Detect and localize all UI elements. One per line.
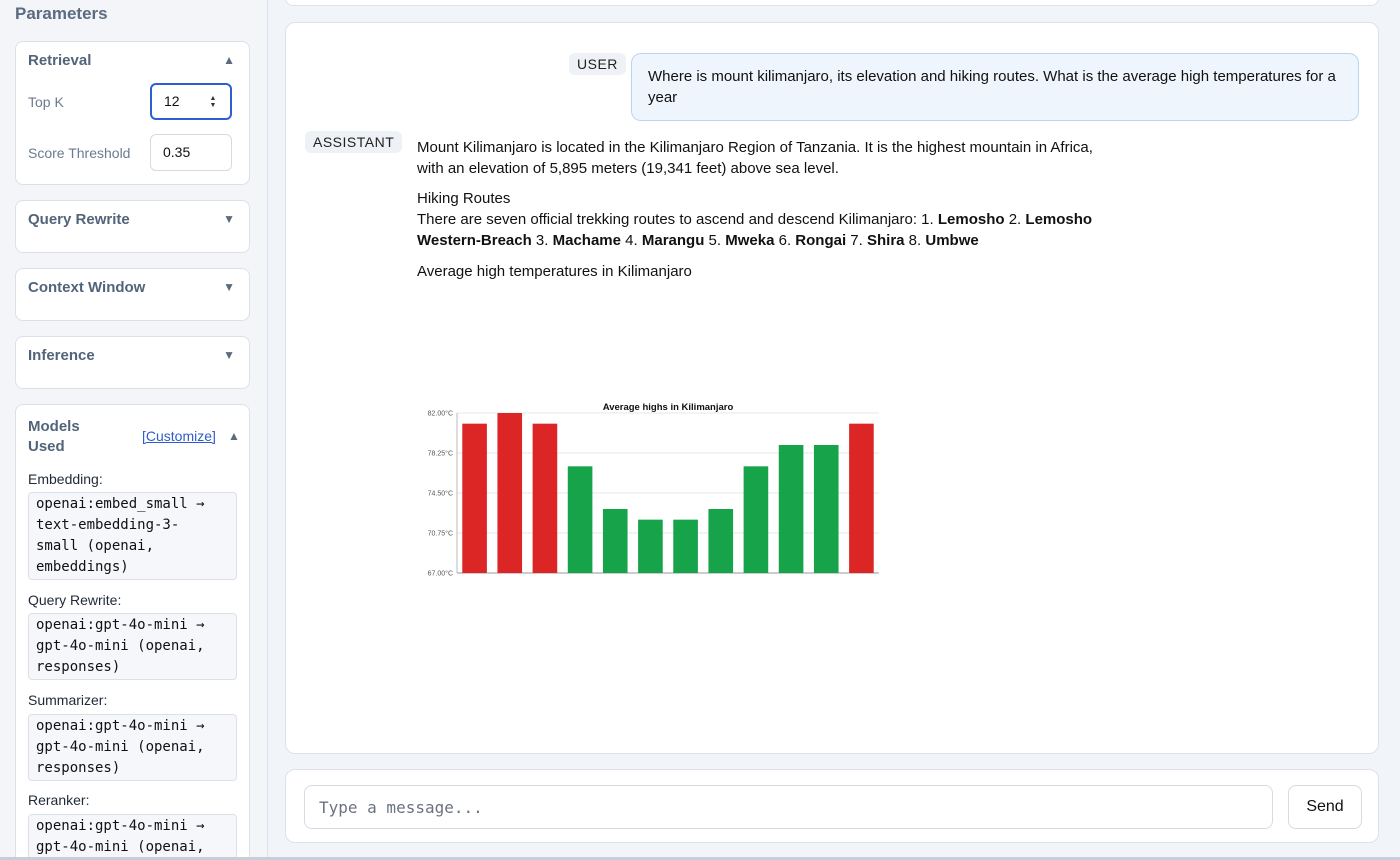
bar-aug bbox=[708, 509, 734, 573]
inference-panel[interactable]: Inference ▼ bbox=[15, 336, 250, 389]
route-item: Lemosho bbox=[937, 211, 1005, 228]
score-threshold-label: Score Threshold bbox=[28, 145, 131, 161]
bar-feb bbox=[497, 413, 523, 573]
route-num: 3. bbox=[531, 232, 553, 249]
chat-panel: USER Where is mount kilimanjaro, its ele… bbox=[285, 22, 1379, 754]
context-window-panel-title: Context Window bbox=[28, 279, 146, 296]
reranker-model-value: openai:gpt-4o-mini → gpt-4o-mini (openai… bbox=[28, 814, 237, 860]
caret-down-icon[interactable]: ▼ bbox=[223, 212, 235, 226]
bar-dec bbox=[849, 423, 874, 573]
inference-panel-title: Inference bbox=[28, 347, 95, 364]
query-rewrite-panel-header[interactable]: Query Rewrite ▼ bbox=[28, 211, 237, 231]
top-k-input[interactable]: 12 ▲ ▼ bbox=[150, 83, 232, 120]
summarizer-model-label: Summarizer: bbox=[28, 692, 108, 708]
route-num: 8. bbox=[904, 232, 926, 249]
bar-jan bbox=[462, 423, 487, 573]
embedding-model-label: Embedding: bbox=[28, 471, 103, 487]
query-rewrite-panel[interactable]: Query Rewrite ▼ bbox=[15, 200, 250, 253]
route-num: 7. bbox=[846, 232, 867, 249]
bar-nov bbox=[813, 445, 839, 573]
bar-may bbox=[602, 509, 628, 573]
route-num: 1. bbox=[921, 211, 938, 228]
inference-panel-header[interactable]: Inference ▼ bbox=[28, 347, 237, 367]
parameters-sidebar: Parameters Retrieval ▲ Top K 12 ▲ ▼ Score… bbox=[0, 0, 268, 860]
y-tick-label: 78.25°C bbox=[428, 450, 453, 458]
message-input[interactable] bbox=[304, 785, 1273, 829]
top-k-value: 12 bbox=[164, 93, 180, 109]
bar-apr bbox=[567, 466, 593, 573]
route-item: Mweka bbox=[725, 232, 775, 249]
models-used-title: Models Used bbox=[28, 418, 80, 455]
top-k-label: Top K bbox=[28, 94, 64, 110]
routes-intro: There are seven official trekking routes… bbox=[417, 211, 922, 228]
query-rewrite-model-label: Query Rewrite: bbox=[28, 592, 122, 608]
bar-jul bbox=[673, 519, 698, 573]
summarizer-model-value: openai:gpt-4o-mini → gpt-4o-mini (openai… bbox=[28, 714, 237, 781]
models-used-panel: Models Used [Customize] ▲ Embedding: ope… bbox=[15, 404, 250, 860]
routes-paragraph: There are seven official trekking routes… bbox=[417, 209, 1097, 251]
y-tick-label: 70.75°C bbox=[428, 530, 453, 538]
route-num: 5. bbox=[704, 232, 726, 249]
temperature-chart-svg: Average highs in Kilimanjaro 82.00°C 78.25… bbox=[428, 402, 879, 594]
context-window-panel[interactable]: Context Window ▼ bbox=[15, 268, 250, 321]
bar-sep bbox=[743, 466, 769, 573]
embedding-model-value: openai:embed_small → text-embedding-3- s… bbox=[28, 492, 237, 580]
chart-title: Average highs in Kilimanjaro bbox=[603, 402, 734, 413]
route-item: Machame bbox=[552, 232, 621, 249]
routes-heading: Hiking Routes bbox=[417, 190, 511, 207]
query-rewrite-model-value: openai:gpt-4o-mini → gpt-4o-mini (openai… bbox=[28, 613, 237, 680]
customize-link[interactable]: [Customize] bbox=[142, 428, 216, 444]
assistant-role-badge: ASSISTANT bbox=[305, 131, 403, 153]
query-rewrite-panel-title: Query Rewrite bbox=[28, 211, 130, 228]
context-window-panel-header[interactable]: Context Window ▼ bbox=[28, 279, 237, 299]
score-threshold-value: 0.35 bbox=[163, 144, 191, 160]
route-num: 2. bbox=[1004, 211, 1026, 228]
retrieval-panel-header[interactable]: Retrieval ▲ bbox=[28, 52, 237, 72]
user-role-badge: USER bbox=[569, 53, 626, 75]
y-tick-label: 82.00°C bbox=[428, 410, 453, 418]
route-num: 4. bbox=[621, 232, 642, 249]
y-tick-label: 74.50°C bbox=[428, 490, 453, 498]
answer-paragraph-location: Mount Kilimanjaro is located in the Kili… bbox=[417, 139, 1093, 177]
composer-bar: Send bbox=[285, 769, 1379, 843]
send-button[interactable]: Send bbox=[1288, 785, 1362, 829]
route-item: Marangu bbox=[641, 232, 705, 249]
bar-oct bbox=[778, 445, 804, 573]
temperature-chart: Average highs in Kilimanjaro 82.00°C 78.25… bbox=[416, 375, 886, 594]
caret-up-icon[interactable]: ▲ bbox=[228, 429, 240, 443]
route-num: 6. bbox=[774, 232, 796, 249]
models-used-header: Models Used [Customize] ▲ bbox=[28, 417, 240, 457]
temperatures-heading: Average high temperatures in Kilimanjaro bbox=[417, 263, 692, 280]
user-message-bubble: Where is mount kilimanjaro, its elevatio… bbox=[631, 53, 1359, 121]
caret-down-icon[interactable]: ▼ bbox=[223, 280, 235, 294]
caret-down-icon[interactable]: ▼ bbox=[223, 348, 235, 362]
sidebar-title: Parameters bbox=[15, 4, 108, 23]
score-threshold-input[interactable]: 0.35 bbox=[150, 134, 232, 171]
caret-up-icon[interactable]: ▲ bbox=[223, 53, 235, 67]
bar-jun bbox=[638, 519, 663, 573]
stepper-icon[interactable]: ▲ ▼ bbox=[208, 95, 218, 109]
route-item: Rongai bbox=[795, 232, 847, 249]
bar-mar bbox=[532, 423, 558, 573]
retrieval-panel: Retrieval ▲ Top K 12 ▲ ▼ Score Threshold … bbox=[15, 41, 250, 185]
reranker-model-label: Reranker: bbox=[28, 792, 90, 808]
route-item: Umbwe bbox=[925, 232, 979, 249]
retrieval-panel-title: Retrieval bbox=[28, 52, 92, 69]
y-tick-label: 67.00°C bbox=[428, 570, 453, 578]
previous-panel-edge bbox=[285, 0, 1379, 6]
route-item: Shira bbox=[867, 232, 905, 249]
